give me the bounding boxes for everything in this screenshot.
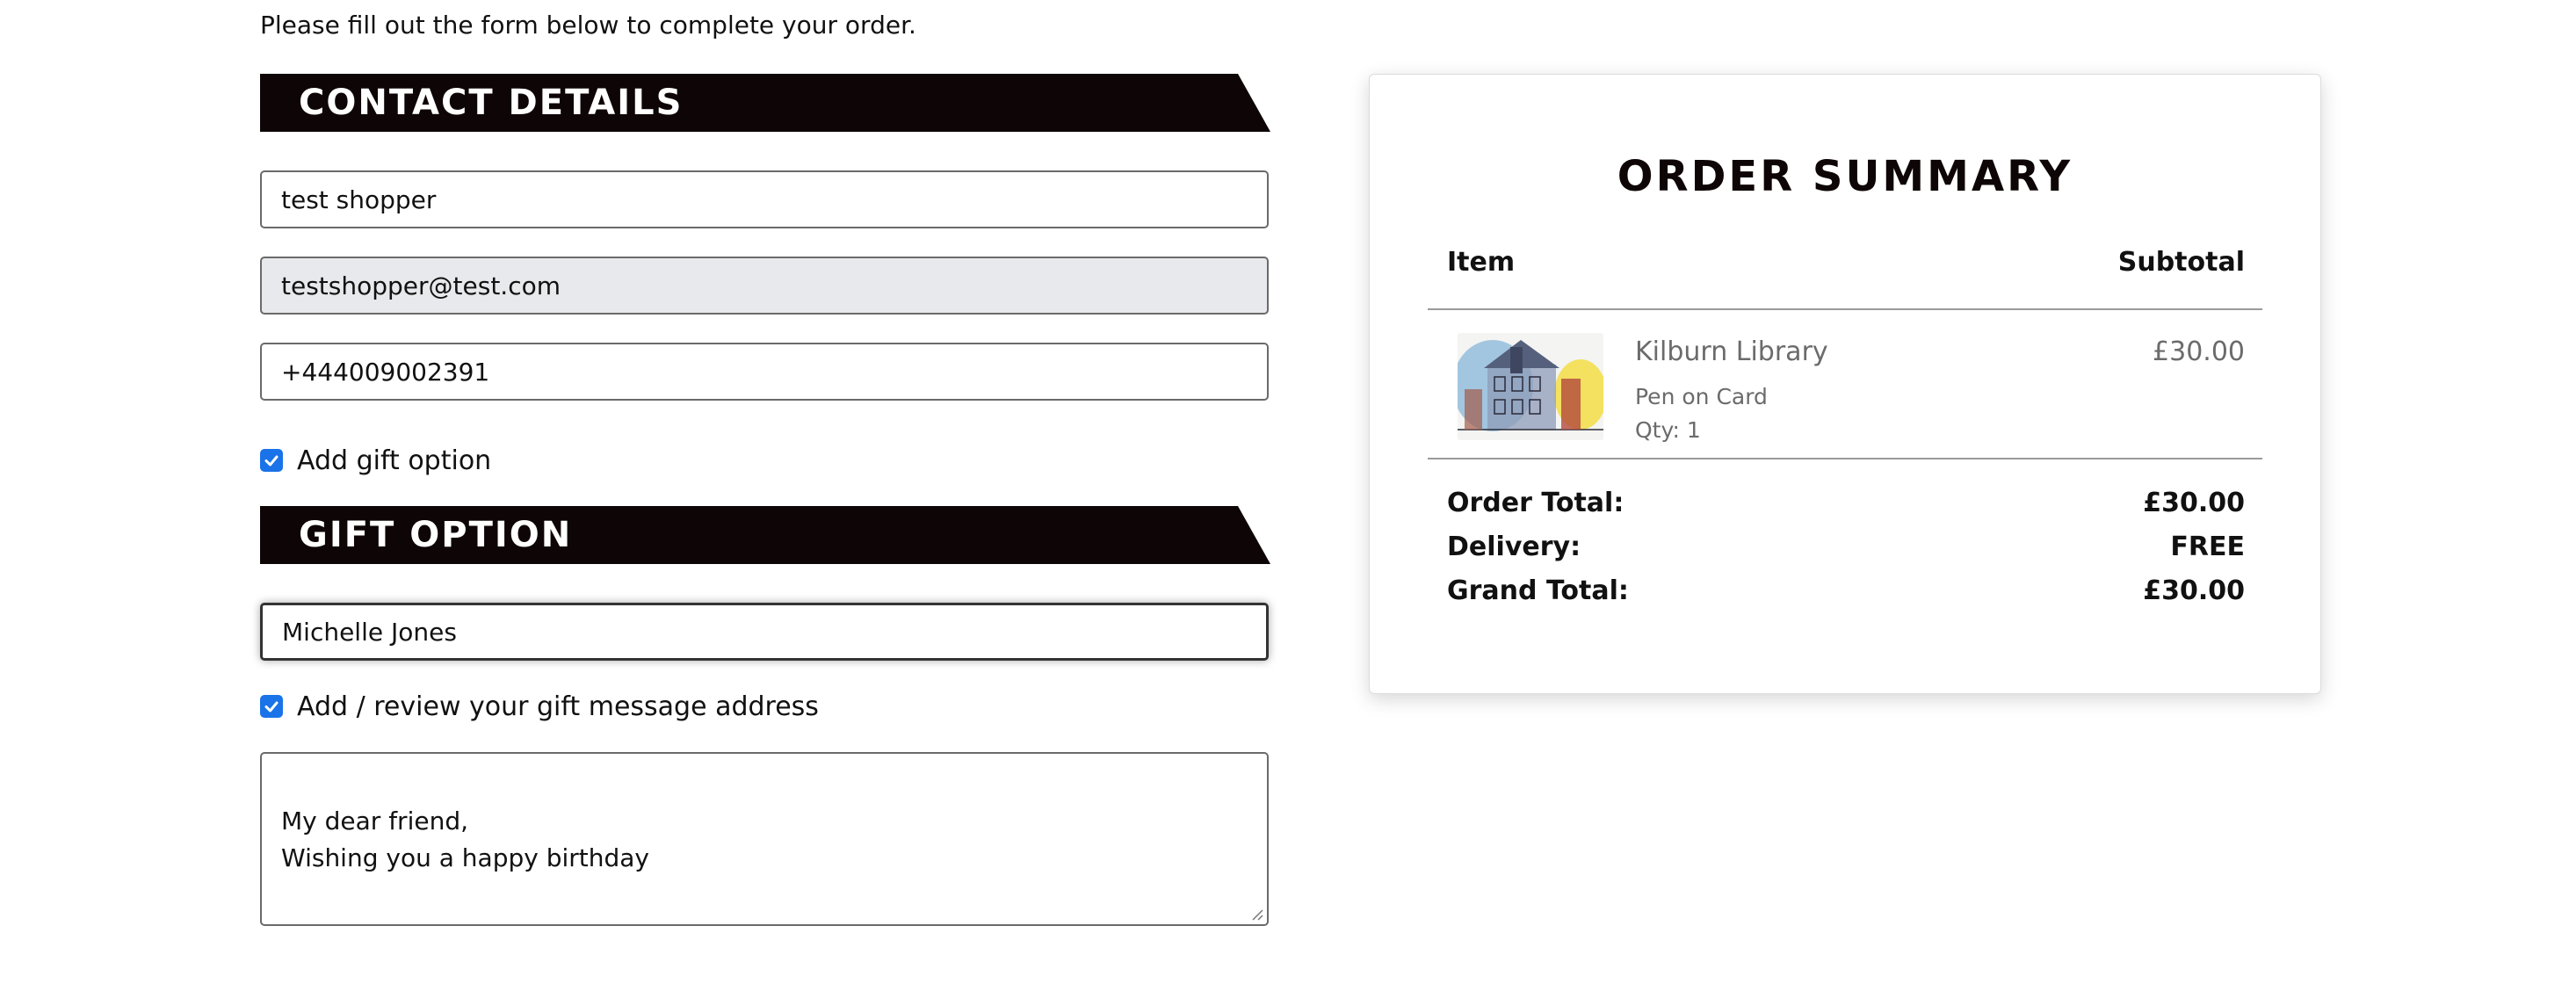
grand-total-label: Grand Total: — [1447, 575, 1629, 606]
gift-message-text: My dear friend, Wishing you a happy birt… — [281, 807, 650, 872]
gift-message-toggle[interactable]: Add / review your gift message address — [260, 689, 819, 724]
resize-handle-icon[interactable] — [1249, 907, 1263, 921]
gift-message-label: Add / review your gift message address — [297, 691, 819, 722]
phone-field[interactable] — [260, 343, 1269, 401]
divider — [1428, 458, 2262, 459]
subtotal-column-header: Subtotal — [2117, 247, 2245, 278]
order-summary-title: Order Summary — [1617, 152, 2073, 201]
gift-option-label: Add gift option — [297, 445, 492, 476]
order-total-value: £30.00 — [2143, 488, 2245, 518]
product-thumbnail[interactable] — [1458, 333, 1603, 440]
checkout-page: Please fill out the form below to comple… — [0, 0, 2576, 991]
item-price: £30.00 — [2153, 336, 2245, 367]
gift-recipient-field[interactable] — [260, 603, 1269, 661]
grand-total-row: Grand Total: £30.00 — [1447, 575, 2245, 606]
name-field[interactable] — [260, 170, 1269, 228]
contact-details-banner: Contact Details — [260, 74, 1270, 132]
item-column-header: Item — [1447, 247, 1516, 278]
gift-option-checkbox[interactable] — [260, 449, 283, 472]
delivery-label: Delivery: — [1447, 532, 1581, 562]
order-total-row: Order Total: £30.00 — [1447, 488, 2245, 518]
item-name[interactable]: Kilburn Library — [1635, 336, 1828, 367]
delivery-row: Delivery: FREE — [1447, 532, 2245, 562]
item-variant: Pen on Card — [1635, 384, 1768, 409]
gift-option-heading: Gift Option — [299, 515, 573, 555]
form-intro-text: Please fill out the form below to comple… — [260, 11, 916, 40]
gift-message-textarea[interactable]: My dear friend, Wishing you a happy birt… — [260, 752, 1269, 926]
item-quantity: Qty: 1 — [1635, 417, 1701, 443]
gift-option-banner: Gift Option — [260, 506, 1270, 564]
email-field[interactable] — [260, 257, 1269, 315]
divider — [1428, 308, 2262, 310]
grand-total-value: £30.00 — [2143, 575, 2245, 606]
order-summary-card: Order Summary Item Subtotal Kilburn — [1369, 74, 2321, 694]
checkmark-icon — [264, 455, 279, 467]
contact-details-heading: Contact Details — [299, 83, 684, 123]
gift-message-checkbox[interactable] — [260, 695, 283, 718]
delivery-value: FREE — [2170, 532, 2245, 562]
gift-option-toggle[interactable]: Add gift option — [260, 443, 491, 478]
checkmark-icon — [264, 701, 279, 713]
order-total-label: Order Total: — [1447, 488, 1624, 518]
